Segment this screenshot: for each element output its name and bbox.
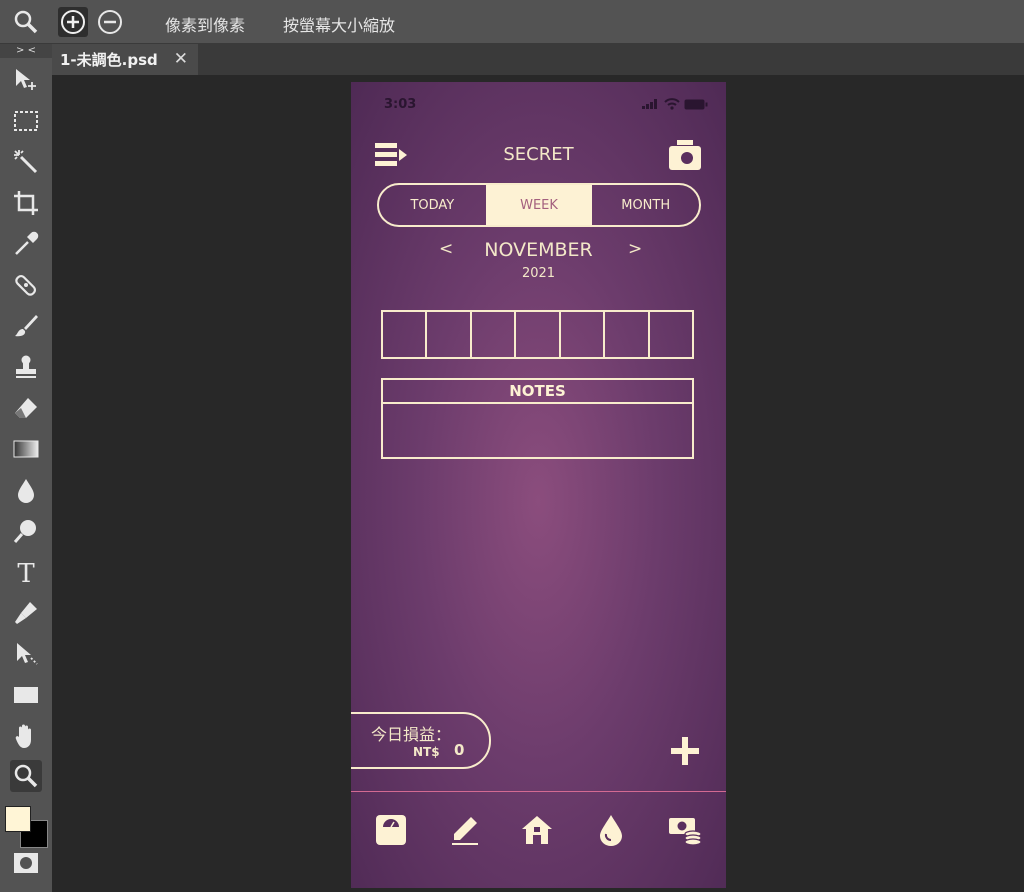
pencil-icon[interactable] [447, 812, 483, 848]
pen-tool-icon[interactable] [10, 597, 42, 629]
tab-document[interactable]: 1-未調色.psd ✕ [52, 44, 198, 75]
signal-icon [642, 99, 657, 109]
zoom-in-icon[interactable] [58, 7, 88, 37]
gradient-tool-icon[interactable] [10, 433, 42, 465]
home-icon[interactable] [519, 812, 555, 848]
camera-icon[interactable] [668, 138, 702, 176]
bottom-nav [351, 812, 726, 852]
move-tool-icon[interactable] [10, 64, 42, 96]
day-cell[interactable] [516, 312, 561, 357]
marquee-tool-icon[interactable] [10, 105, 42, 137]
quick-mask-icon[interactable] [12, 850, 40, 876]
day-cell[interactable] [383, 312, 428, 357]
drop-icon[interactable] [593, 812, 629, 848]
previous-month-button[interactable]: < [439, 239, 453, 259]
battery-icon [684, 99, 708, 109]
tab-month[interactable]: MONTH [592, 185, 699, 225]
actual-pixels-button[interactable]: 像素到像素 [165, 12, 245, 36]
fit-screen-button[interactable]: 按螢幕大小縮放 [283, 12, 395, 36]
plus-icon [671, 737, 699, 765]
notes-box[interactable]: NOTES [381, 378, 694, 459]
options-bar: 像素到像素 按螢幕大小縮放 [0, 0, 1024, 44]
nav-divider [351, 791, 726, 792]
pnl-currency: NT$ [413, 745, 440, 759]
dodge-tool-icon[interactable] [10, 515, 42, 547]
rectangle-tool-icon[interactable] [10, 679, 42, 711]
day-cell[interactable] [561, 312, 606, 357]
status-time: 3:03 [384, 97, 417, 112]
tools-panel: > < T [0, 44, 52, 892]
daily-pnl-card: 今日損益： NT$ 0 [351, 712, 491, 769]
foreground-color-swatch[interactable] [5, 806, 31, 832]
magic-wand-icon[interactable] [10, 146, 42, 178]
type-tool-icon[interactable]: T [10, 556, 42, 588]
pnl-label: 今日損益： [371, 725, 452, 744]
money-icon[interactable] [667, 812, 703, 848]
crop-tool-icon[interactable] [10, 187, 42, 219]
year-label: 2021 [521, 266, 556, 281]
collapse-toggle[interactable]: > < [0, 44, 52, 58]
eyedropper-icon[interactable] [10, 228, 42, 260]
eraser-tool-icon[interactable] [10, 392, 42, 424]
tab-label: 1-未調色.psd [60, 51, 158, 69]
brush-tool-icon[interactable] [10, 310, 42, 342]
stamp-tool-icon[interactable] [10, 351, 42, 383]
blur-tool-icon[interactable] [10, 474, 42, 506]
phone-canvas: 3:03 SECRET TODAY WEEK MONTH NOVEMBER < … [351, 82, 726, 888]
zoom-out-icon[interactable] [96, 8, 124, 36]
week-grid [381, 310, 694, 359]
month-selector: NOVEMBER < > [351, 239, 726, 265]
add-button[interactable] [669, 735, 701, 767]
document-tabs: 1-未調色.psd ✕ [52, 44, 1024, 75]
tab-week[interactable]: WEEK [485, 185, 593, 225]
period-segmented-control: TODAY WEEK MONTH [377, 183, 701, 227]
status-icons [642, 98, 708, 110]
svg-text:T: T [17, 559, 35, 586]
tab-today[interactable]: TODAY [379, 185, 486, 225]
zoom-tool-icon[interactable] [10, 760, 42, 792]
healing-brush-icon[interactable] [10, 269, 42, 301]
path-select-icon[interactable] [10, 638, 42, 670]
hand-tool-icon[interactable] [10, 720, 42, 752]
pnl-value: 0 [454, 741, 465, 759]
zoom-icon[interactable] [12, 8, 40, 36]
scale-icon[interactable] [373, 812, 409, 848]
day-cell[interactable] [650, 312, 692, 357]
day-cell[interactable] [427, 312, 472, 357]
notes-title: NOTES [383, 380, 692, 404]
close-icon[interactable]: ✕ [174, 49, 188, 69]
day-cell[interactable] [605, 312, 650, 357]
day-cell[interactable] [472, 312, 517, 357]
wifi-icon [664, 98, 680, 110]
next-month-button[interactable]: > [628, 239, 642, 259]
month-label: NOVEMBER [484, 239, 593, 261]
